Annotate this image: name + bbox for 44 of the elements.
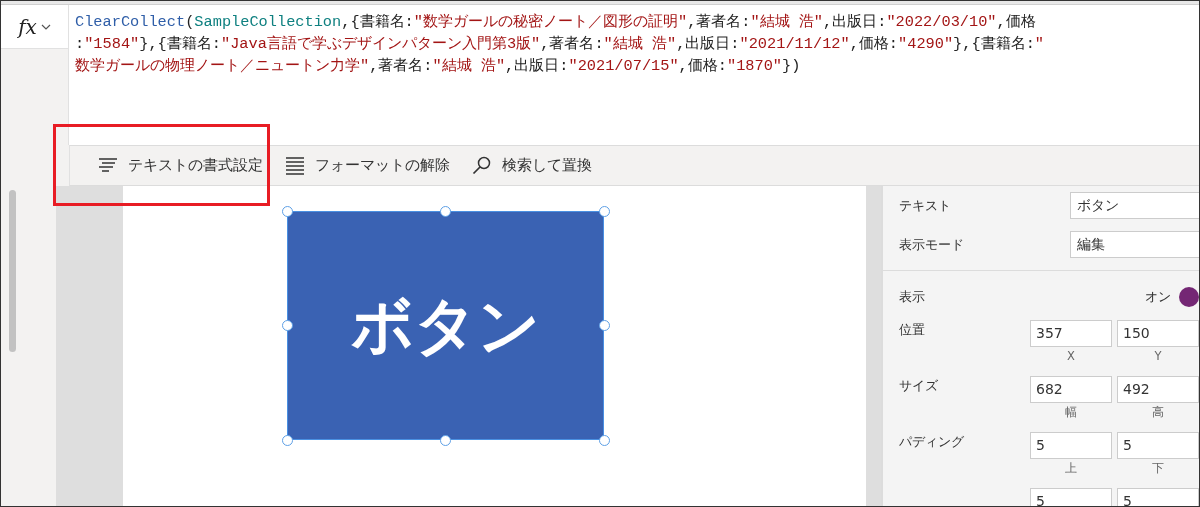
field-caption: X xyxy=(1067,348,1075,365)
number-field[interactable]: 357 xyxy=(1030,320,1112,347)
field-caption: 下 xyxy=(1152,460,1164,477)
property-label: テキスト xyxy=(899,196,952,215)
toolbar-button[interactable]: 検索して置換 xyxy=(464,150,600,181)
toggle-state: オン xyxy=(1145,287,1171,306)
property-label: 表示モード xyxy=(899,235,965,254)
resize-handle[interactable] xyxy=(598,434,610,446)
resize-handle[interactable] xyxy=(440,434,451,446)
resize-handle[interactable] xyxy=(281,320,293,331)
resize-handle[interactable] xyxy=(440,205,451,217)
property-field[interactable]: 編集 xyxy=(1070,231,1199,258)
chevron-down-icon xyxy=(40,23,51,30)
search-icon xyxy=(472,155,492,176)
scrollbar-thumb[interactable] xyxy=(9,190,16,352)
code-line[interactable]: 数学ガールの物理ノート／ニュートン力学",著者名:"結城 浩",出版日:"2021/07/15",価格:"1870"}) xyxy=(75,55,1193,77)
field-caption: 高 xyxy=(1152,404,1164,421)
property-label: 位置 xyxy=(899,321,926,339)
property-label: サイズ xyxy=(899,377,939,395)
formula-button[interactable]: fx xyxy=(1,5,68,49)
property-label: パディング xyxy=(899,433,965,451)
number-field[interactable]: 492 xyxy=(1117,376,1199,403)
property-label: 表示 xyxy=(899,287,926,306)
lines-icon xyxy=(285,155,305,176)
toolbar-button[interactable]: フォーマットの解除 xyxy=(277,150,458,181)
number-field[interactable]: 682 xyxy=(1030,376,1112,403)
field-caption: Y xyxy=(1154,348,1162,365)
canvas-button[interactable]: ボタン xyxy=(287,211,604,440)
code-line[interactable]: ClearCollect(SampleCollection,{書籍名:"数学ガールの秘密ノート／図形の証明",著者名:"結城 浩",出版日:"2022/03/10",価格 xyxy=(75,11,1193,33)
number-field[interactable]: 5 xyxy=(1030,432,1112,459)
number-field[interactable]: 5 xyxy=(1030,488,1112,506)
resize-handle[interactable] xyxy=(598,205,610,217)
code-line[interactable]: :"1584"},{書籍名:"Java言語で学ぶデザインパターン入門第3版",著者名:"結城 浩",出版日:"2021/11/12",価格:"4290"},{書籍名:" xyxy=(75,33,1193,55)
toggle-switch[interactable] xyxy=(1179,286,1199,307)
toolbar-button[interactable]: テキストの書式設定 xyxy=(90,150,271,181)
number-field[interactable]: 5 xyxy=(1117,488,1199,506)
resize-handle[interactable] xyxy=(281,434,293,446)
number-field[interactable]: 5 xyxy=(1117,432,1199,459)
property-field[interactable]: ボタン xyxy=(1070,192,1199,219)
field-caption: 上 xyxy=(1065,460,1077,477)
resize-handle[interactable] xyxy=(598,320,610,331)
field-caption: 幅 xyxy=(1065,404,1077,421)
number-field[interactable]: 150 xyxy=(1117,320,1199,347)
resize-handle[interactable] xyxy=(281,205,293,217)
